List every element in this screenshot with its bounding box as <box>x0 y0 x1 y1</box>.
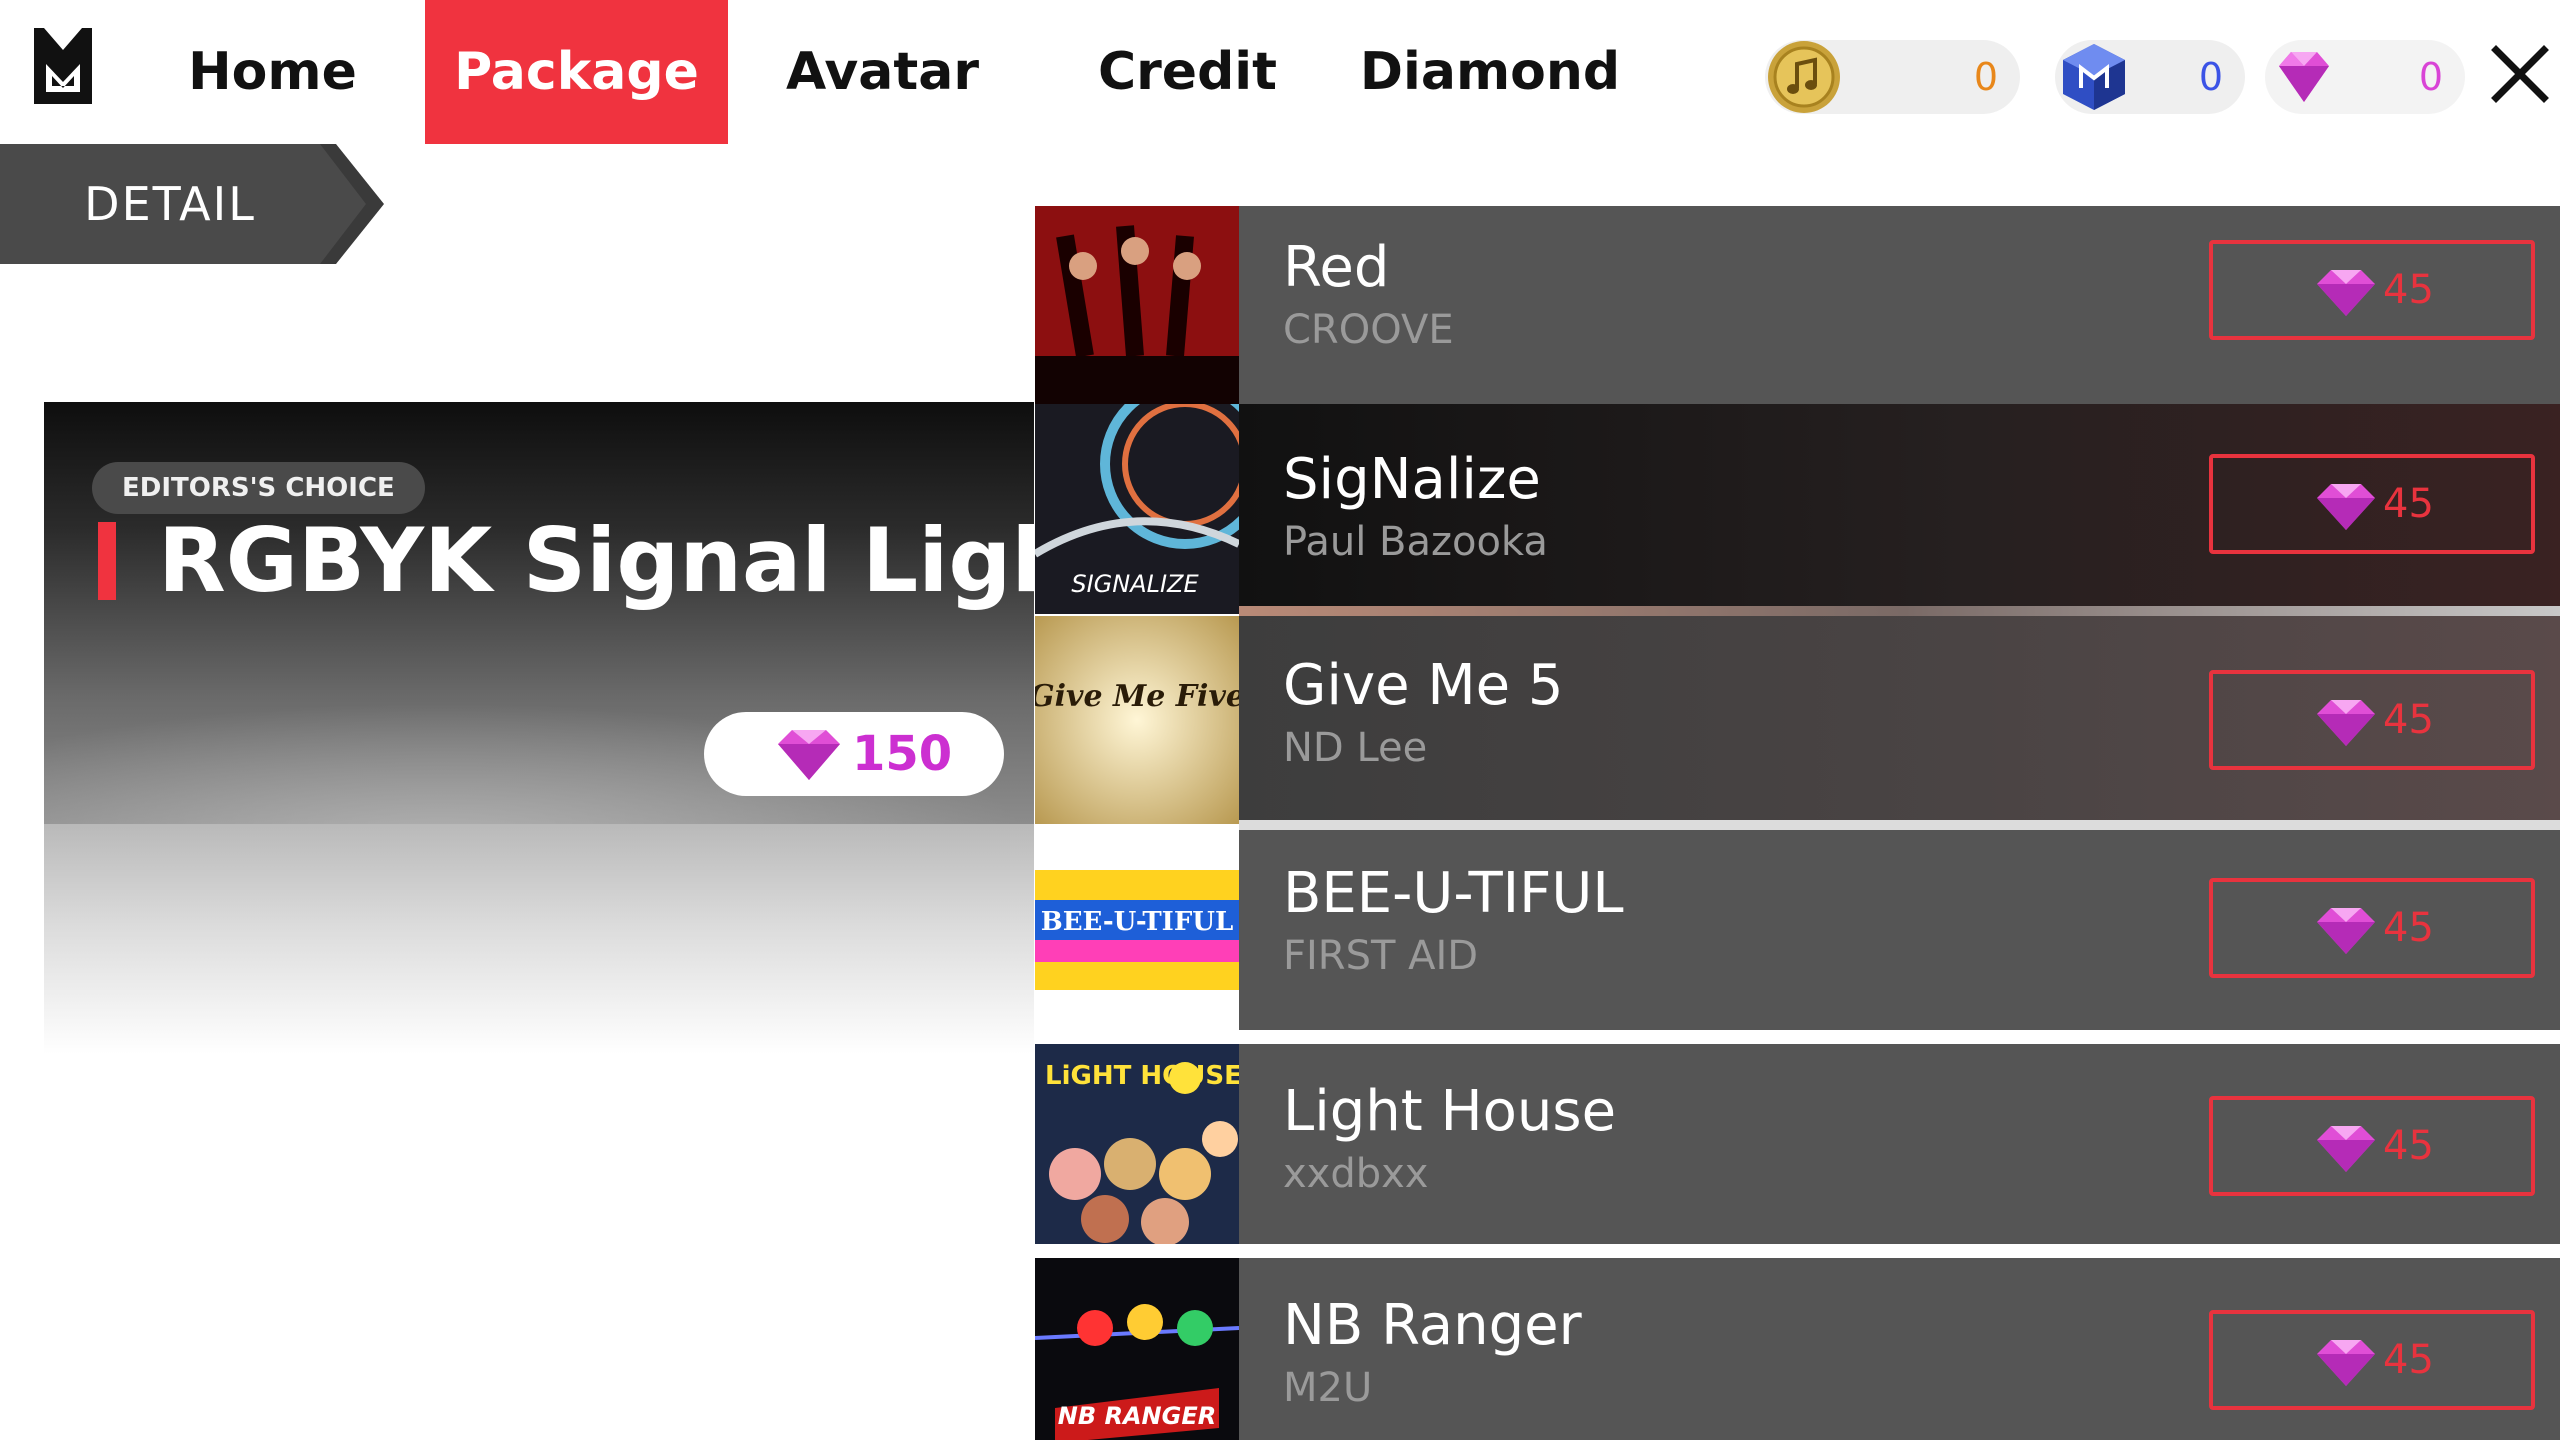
song-title: BEE-U-TIFUL <box>1283 860 1624 926</box>
song-row[interactable]: Give Me Five Give Me 5 ND Lee 45 <box>1035 616 2560 824</box>
song-title: NB Ranger <box>1283 1292 1582 1358</box>
cover-text: BEE-U-TIFUL <box>1041 907 1234 937</box>
music-coin-icon <box>1768 41 1840 113</box>
song-title: Light House <box>1283 1078 1617 1144</box>
song-row[interactable]: LiGHT HOUSE Light House xxdbxx 45 <box>1035 1044 2560 1244</box>
song-row[interactable]: BEE-U-TIFUL BEE-U-TIFUL FIRST AID 45 <box>1035 830 2560 1030</box>
album-cover-signalize: SIGNALIZE <box>1035 404 1239 614</box>
song-price-button[interactable]: 45 <box>2209 454 2535 554</box>
cover-text: NB RANGER <box>1058 1402 1216 1430</box>
tab-diamond[interactable]: Diamond <box>1345 0 1635 144</box>
song-artist: FIRST AID <box>1283 933 1479 979</box>
banner-fade <box>44 824 1034 1054</box>
diamond-balance[interactable]: 0 <box>2265 40 2465 114</box>
coin-balance[interactable]: 0 <box>1765 40 2020 114</box>
title-accent-bar <box>98 522 116 600</box>
album-cover-bee-u-tiful: BEE-U-TIFUL <box>1035 830 1239 1030</box>
song-row[interactable]: Red CROOVE 45 <box>1035 206 2560 404</box>
tab-avatar[interactable]: Avatar <box>760 0 1005 144</box>
song-artist: Paul Bazooka <box>1283 519 1548 565</box>
song-title: Red <box>1283 234 1390 300</box>
song-price-button[interactable]: 45 <box>2209 1096 2535 1196</box>
tab-home[interactable]: Home <box>150 0 395 144</box>
cube-balance[interactable]: 0 <box>2055 40 2245 114</box>
song-artist: ND Lee <box>1283 725 1428 771</box>
tab-package[interactable]: Package <box>425 0 728 144</box>
album-cover-light-house: LiGHT HOUSE <box>1035 1044 1239 1244</box>
song-title: Give Me 5 <box>1283 652 1564 718</box>
diamond-icon <box>2317 908 2375 954</box>
song-price: 45 <box>2383 481 2434 527</box>
album-cover-nb-ranger: NB RANGER <box>1035 1258 1239 1440</box>
diamond-icon <box>2317 1126 2375 1172</box>
diamond-icon <box>2279 52 2329 102</box>
detail-label: DETAIL <box>84 177 256 231</box>
song-list: Red CROOVE 45 SIGNALIZE SigNalize Paul B… <box>1035 206 2560 1440</box>
close-icon[interactable] <box>2488 42 2552 106</box>
song-row[interactable]: SIGNALIZE SigNalize Paul Bazooka 45 <box>1035 404 2560 614</box>
album-cover-red <box>1035 206 1239 404</box>
featured-title: RGBYK Signal Light <box>158 508 1117 612</box>
row-divider <box>1239 606 2560 616</box>
song-row[interactable]: NB RANGER NB Ranger M2U 45 <box>1035 1258 2560 1440</box>
diamond-icon <box>2317 700 2375 746</box>
coin-count: 0 <box>1973 55 1998 99</box>
song-artist: M2U <box>1283 1365 1373 1411</box>
song-artist: xxdbxx <box>1283 1151 1429 1197</box>
song-price: 45 <box>2383 697 2434 743</box>
cube-count: 0 <box>2198 55 2223 99</box>
song-price-button[interactable]: 45 <box>2209 670 2535 770</box>
diamond-icon <box>2317 1340 2375 1386</box>
song-artist: CROOVE <box>1283 307 1454 353</box>
detail-tag: DETAIL <box>0 144 386 264</box>
featured-price-button[interactable]: 150 <box>704 712 1004 796</box>
featured-price: 150 <box>852 726 953 782</box>
diamond-icon <box>2317 270 2375 316</box>
album-cover-give-me-five: Give Me Five <box>1035 616 1239 824</box>
tab-credit[interactable]: Credit <box>1065 0 1310 144</box>
diamond-icon <box>2317 484 2375 530</box>
diamond-icon <box>778 730 840 780</box>
cover-text: SIGNALIZE <box>1071 570 1199 598</box>
song-price: 45 <box>2383 267 2434 313</box>
song-price: 45 <box>2383 1123 2434 1169</box>
song-price-button[interactable]: 45 <box>2209 1310 2535 1410</box>
song-price: 45 <box>2383 905 2434 951</box>
song-price-button[interactable]: 45 <box>2209 878 2535 978</box>
cover-text: LiGHT HOUSE <box>1045 1061 1239 1091</box>
diamond-count: 0 <box>2418 55 2443 99</box>
song-title: SigNalize <box>1283 446 1541 512</box>
top-bar: Home Package Avatar Credit Diamond 0 0 0 <box>0 0 2560 144</box>
song-price-button[interactable]: 45 <box>2209 240 2535 340</box>
logo-icon <box>34 28 92 104</box>
cover-text: Give Me Five <box>1035 679 1239 714</box>
row-divider <box>1239 820 2560 830</box>
song-price: 45 <box>2383 1337 2434 1383</box>
cube-icon <box>2063 44 2125 110</box>
